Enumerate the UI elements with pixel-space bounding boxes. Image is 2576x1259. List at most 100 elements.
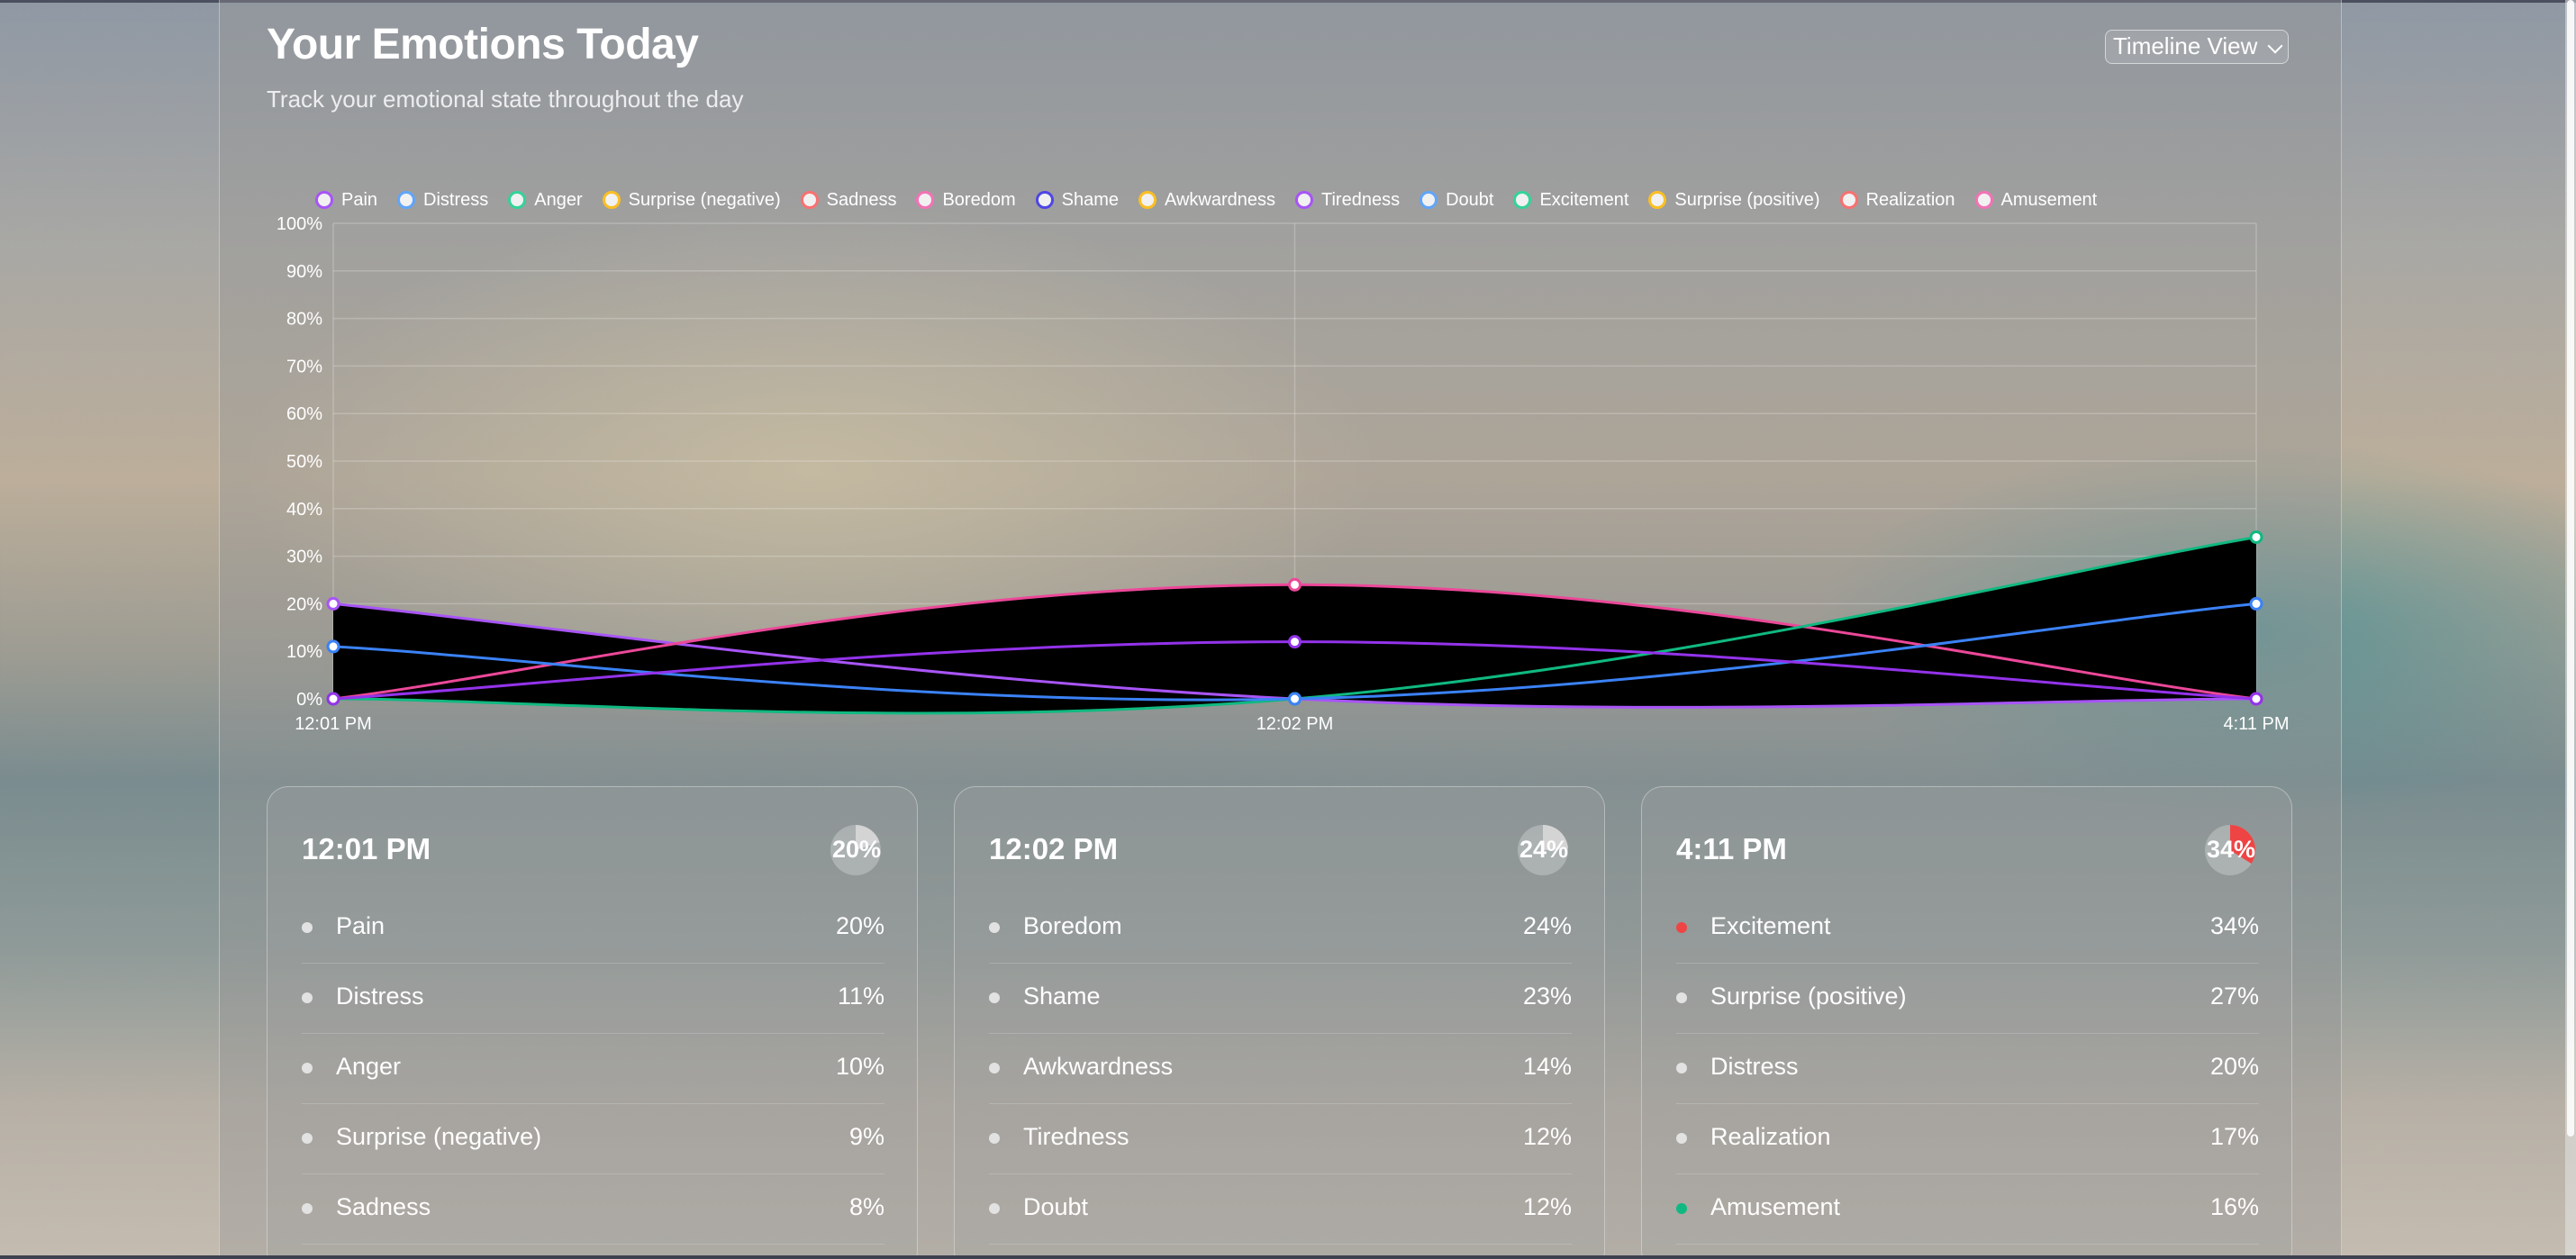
view-select-dropdown[interactable]: Timeline View — [2105, 30, 2290, 64]
emotion-name: Doubt — [1023, 1193, 1089, 1220]
emotion-dot — [1676, 992, 1687, 1003]
legend-swatch — [1035, 191, 1054, 209]
y-tick-label: 0% — [296, 690, 322, 710]
legend-item[interactable]: Doubt — [1420, 186, 1493, 213]
emotion-dot — [302, 992, 313, 1003]
chart-legend: Pain Distress Anger Surprise (negative) Sadn… — [315, 186, 2252, 213]
card-top-percentage: 20% — [831, 836, 881, 863]
emotion-dot — [1676, 1203, 1687, 1214]
emotion-value: 17% — [2209, 1123, 2259, 1150]
legend-label: Shame — [1061, 189, 1119, 210]
page-title: Your Emotions Today — [267, 21, 699, 68]
legend-item[interactable]: Surprise (negative) — [602, 186, 781, 213]
emotion-name: Surprise (negative) — [336, 1123, 542, 1150]
y-tick-label: 30% — [286, 548, 322, 567]
emotion-value: 8% — [848, 1193, 884, 1220]
timestamp-card[interactable]: 4:11 PM 34% Excitement 34% Surprise (positiv… — [1641, 786, 2292, 1259]
legend-item[interactable]: Amusement — [1974, 186, 2098, 213]
emotion-value: 12% — [1522, 1123, 1572, 1150]
data-point — [2249, 530, 2263, 544]
emotion-value: 11% — [837, 983, 884, 1010]
legend-item[interactable]: Realization — [1839, 186, 1955, 213]
legend-label: Distress — [423, 189, 489, 210]
legend-label: Anger — [534, 189, 583, 210]
legend-label: Surprise (positive) — [1674, 189, 1820, 210]
data-point — [326, 692, 340, 706]
data-point — [2249, 692, 2263, 706]
emotion-name: Realization — [1710, 1123, 1831, 1150]
emotion-row: Distress 11% — [302, 963, 884, 1034]
emotion-dot — [302, 1063, 313, 1073]
emotion-name: Amusement — [1710, 1193, 1841, 1220]
legend-swatch — [1648, 191, 1667, 209]
legend-swatch — [800, 191, 819, 209]
legend-swatch — [1420, 191, 1438, 209]
legend-label: Realization — [1865, 189, 1955, 210]
timestamp-card[interactable]: 12:02 PM 24% Boredom 24% Shame 23% Awkwardness… — [954, 786, 1605, 1259]
data-point — [1288, 692, 1302, 706]
legend-swatch — [397, 191, 416, 209]
emotion-value: 20% — [835, 912, 884, 939]
legend-item[interactable]: Sadness — [800, 186, 896, 213]
legend-label: Surprise (negative) — [628, 189, 781, 210]
timestamp-card[interactable]: 12:01 PM 20% Pain 20% Distress 11% Anger 10% Sur… — [267, 786, 918, 1259]
emotion-dot — [989, 1133, 1000, 1144]
emotion-name: Excitement — [1710, 912, 1831, 939]
emotion-row: Awkwardness 14% — [989, 1033, 1572, 1104]
legend-label: Excitement — [1539, 189, 1629, 210]
emotion-row: Realization 17% — [1676, 1103, 2259, 1174]
legend-label: Doubt — [1446, 189, 1494, 210]
legend-swatch — [916, 191, 935, 209]
emotion-dot — [989, 1063, 1000, 1073]
legend-swatch — [1295, 191, 1314, 209]
legend-item[interactable]: Surprise (positive) — [1648, 186, 1820, 213]
emotion-value: 12% — [1522, 1193, 1572, 1220]
legend-swatch — [1974, 191, 1993, 209]
legend-item[interactable]: Anger — [508, 186, 583, 213]
y-tick-label: 70% — [286, 357, 322, 376]
y-tick-label: 40% — [286, 500, 322, 520]
emotion-value: 34% — [2209, 912, 2259, 939]
emotion-row: Amusement 16% — [1676, 1173, 2259, 1245]
legend-item[interactable]: Boredom — [916, 186, 1016, 213]
legend-swatch — [602, 191, 621, 209]
y-tick-label: 60% — [286, 404, 322, 424]
view-select-label: Timeline View — [2113, 32, 2258, 59]
emotion-dot — [1676, 1133, 1687, 1144]
emotion-value: 16% — [2209, 1193, 2259, 1220]
legend-label: Tiredness — [1321, 189, 1401, 210]
y-tick-label: 10% — [286, 642, 322, 662]
emotion-row: Surprise (negative) 9% — [302, 1103, 884, 1174]
emotion-value: 27% — [2209, 983, 2259, 1010]
scrollbar[interactable] — [2565, 0, 2576, 1259]
emotion-row: Sadness 8% — [302, 1173, 884, 1245]
emotion-row: Pain 20% — [302, 892, 884, 964]
emotion-name: Shame — [1023, 983, 1101, 1010]
y-tick-label: 80% — [286, 310, 322, 330]
emotion-value: 24% — [1522, 912, 1572, 939]
emotion-name: Distress — [1710, 1053, 1799, 1080]
legend-label: Awkwardness — [1164, 189, 1276, 210]
emotion-dot — [1676, 922, 1687, 933]
emotion-value: 10% — [835, 1053, 884, 1080]
legend-item[interactable]: Distress — [397, 186, 488, 213]
legend-item[interactable]: Shame — [1035, 186, 1119, 213]
legend-item[interactable]: Awkwardness — [1138, 186, 1275, 213]
scrollbar-thumb[interactable] — [2567, 0, 2574, 1137]
legend-swatch — [508, 191, 527, 209]
emotion-dot — [302, 1203, 313, 1214]
legend-label: Amusement — [2000, 189, 2098, 210]
legend-swatch — [1138, 191, 1156, 209]
data-point — [2249, 596, 2263, 611]
emotion-name: Sadness — [336, 1193, 431, 1220]
legend-item[interactable]: Pain — [315, 186, 377, 213]
emotion-row: Doubt 12% — [989, 1173, 1572, 1245]
emotion-value: 14% — [1522, 1053, 1572, 1080]
emotion-row: Shame 23% — [989, 963, 1572, 1034]
data-point — [326, 639, 340, 654]
legend-item[interactable]: Excitement — [1513, 186, 1628, 213]
emotion-dot — [302, 922, 313, 933]
page-subtitle: Track your emotional state throughout th… — [267, 86, 744, 113]
card-time: 12:01 PM — [302, 832, 431, 865]
legend-item[interactable]: Tiredness — [1295, 186, 1400, 213]
